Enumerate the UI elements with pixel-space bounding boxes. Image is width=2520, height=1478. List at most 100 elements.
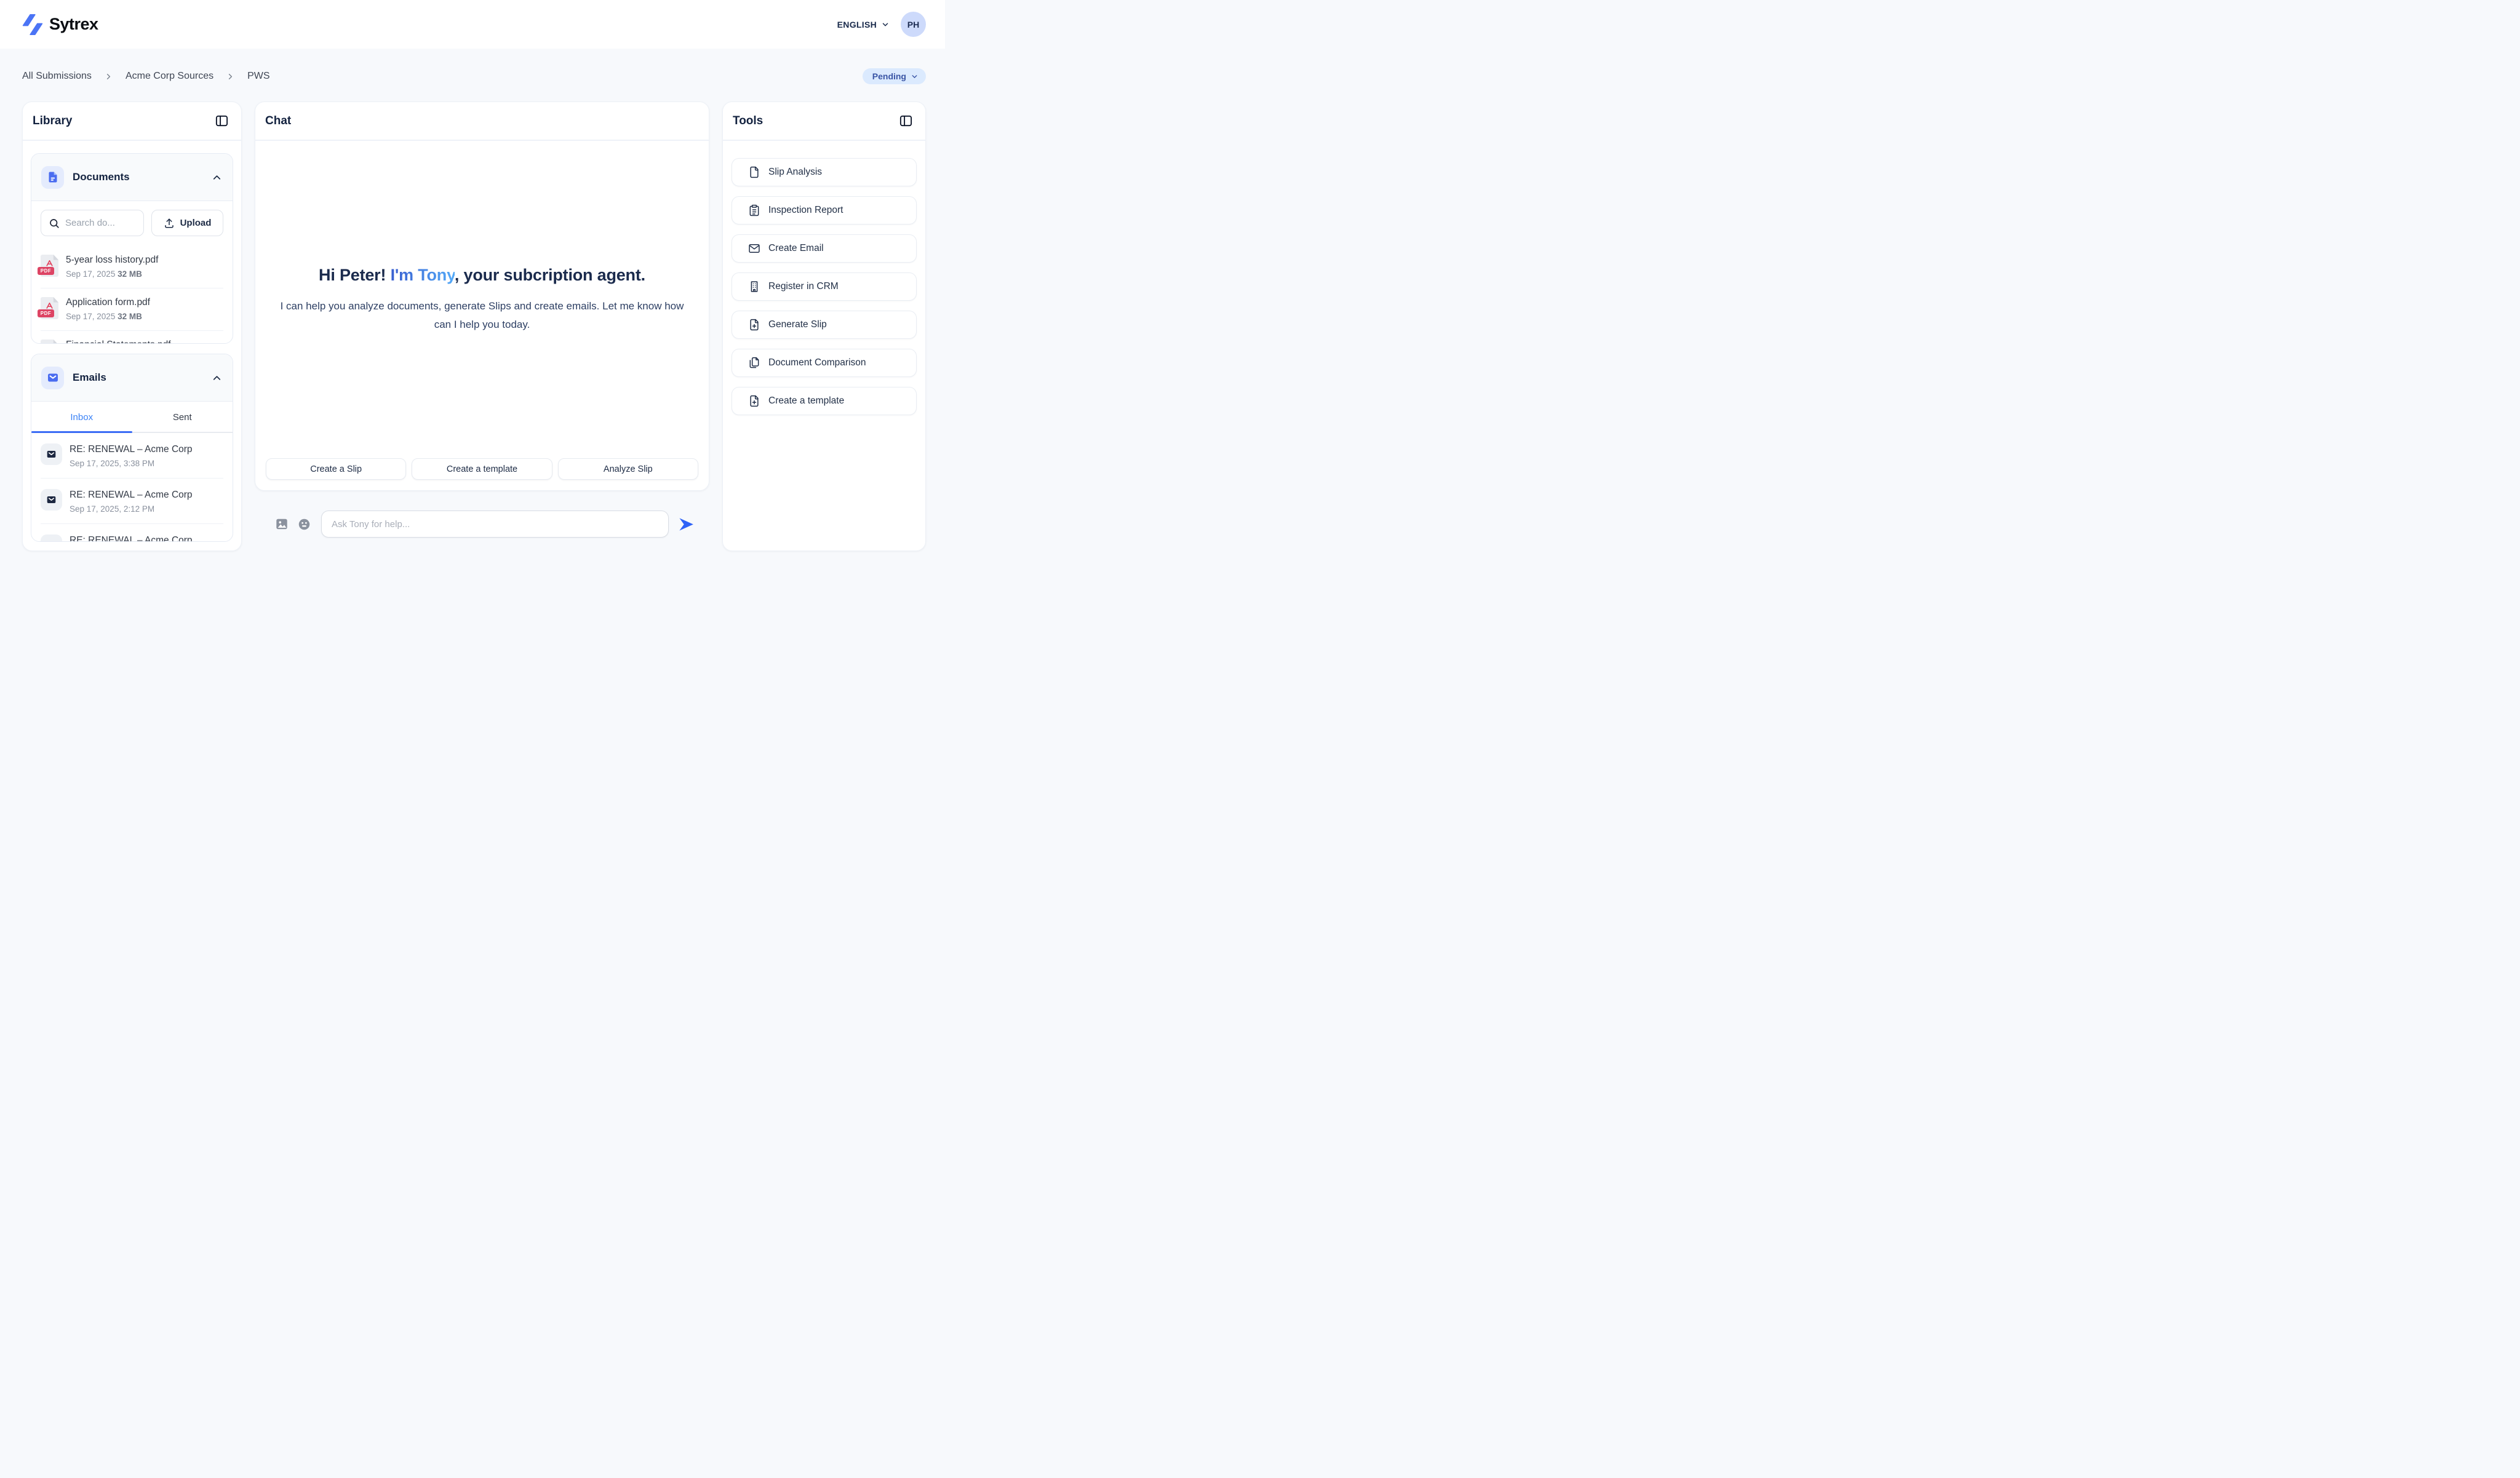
email-list: RE: RENEWAL – Acme Corp Sep 17, 2025, 3:…	[31, 433, 233, 542]
email-subject: RE: RENEWAL – Acme Corp	[70, 534, 193, 542]
upload-icon	[164, 218, 175, 229]
image-attach-icon[interactable]	[275, 517, 289, 531]
language-selector[interactable]: ENGLISH	[837, 20, 890, 30]
documents-section-header[interactable]: Documents	[31, 154, 233, 201]
analyze-slip-button[interactable]: Analyze Slip	[558, 458, 698, 480]
brand-logo[interactable]: Sytrex	[22, 12, 98, 38]
envelope-icon	[41, 534, 62, 542]
tab-sent[interactable]: Sent	[132, 402, 233, 432]
tools-title: Tools	[733, 114, 763, 128]
upload-button[interactable]: Upload	[151, 210, 223, 236]
email-date: Sep 17, 2025, 2:12 PM	[70, 504, 193, 515]
library-title: Library	[33, 114, 72, 128]
app-header: Sytrex ENGLISH PH	[0, 0, 945, 49]
email-date: Sep 17, 2025, 3:38 PM	[70, 458, 193, 469]
pdf-file-icon: PDF	[41, 297, 58, 319]
document-row[interactable]: PDF Application form.pdf Sep 17, 2025 32…	[41, 288, 223, 330]
mail-icon	[748, 242, 760, 255]
language-label: ENGLISH	[837, 20, 877, 30]
tools-panel: Tools Slip Analysis Inspection Report	[722, 101, 926, 551]
send-button[interactable]	[677, 516, 694, 533]
pdf-file-icon: PDF	[41, 340, 58, 344]
chat-panel: Chat Hi Peter! I'm Tony, your subcriptio…	[255, 101, 709, 491]
breadcrumb-row: All Submissions Acme Corp Sources PWS Pe…	[22, 64, 926, 89]
send-icon	[677, 516, 694, 533]
copy-pages-icon	[748, 357, 760, 369]
tool-register-in-crm[interactable]: Register in CRM	[732, 272, 917, 301]
breadcrumb: All Submissions Acme Corp Sources PWS	[22, 71, 270, 82]
chat-input-row	[255, 511, 709, 538]
file-plus-icon	[748, 395, 760, 407]
panel-left-icon	[899, 114, 913, 128]
sytrex-logo-icon	[22, 12, 43, 38]
search-input[interactable]	[65, 218, 136, 228]
chevron-up-icon[interactable]	[211, 372, 223, 384]
user-avatar[interactable]: PH	[901, 12, 926, 37]
document-row[interactable]: PDF 5-year loss history.pdf Sep 17, 2025…	[41, 246, 223, 288]
panel-left-icon	[215, 114, 229, 128]
status-dropdown[interactable]: Pending	[863, 68, 926, 84]
chevron-down-icon	[881, 20, 890, 29]
documents-section: Documents	[31, 153, 233, 344]
status-label: Pending	[872, 71, 906, 81]
tool-generate-slip[interactable]: Generate Slip	[732, 311, 917, 339]
email-tabs: Inbox Sent	[31, 402, 233, 433]
upload-label: Upload	[180, 218, 212, 228]
emails-title: Emails	[73, 371, 202, 384]
document-search[interactable]	[41, 210, 144, 236]
document-size: 32 MB	[118, 269, 142, 279]
breadcrumb-acme-corp-sources[interactable]: Acme Corp Sources	[126, 71, 213, 82]
mail-icon	[41, 367, 64, 389]
tool-create-email[interactable]: Create Email	[732, 234, 917, 263]
building-icon	[748, 280, 760, 293]
chat-welcome: Hi Peter! I'm Tony, your subcription age…	[255, 141, 709, 458]
chevron-down-icon	[911, 73, 919, 81]
tab-inbox[interactable]: Inbox	[31, 402, 132, 432]
emails-section: Emails Inbox Sent RE: RENEWAL	[31, 354, 233, 542]
collapse-library-button[interactable]	[211, 111, 232, 132]
envelope-icon	[41, 443, 62, 465]
library-panel: Library	[22, 101, 242, 551]
quick-actions: Create a Slip Create a template Analyze …	[255, 458, 709, 490]
document-name: 5-year loss history.pdf	[66, 253, 158, 267]
collapse-tools-button[interactable]	[895, 111, 916, 132]
document-date: Sep 17, 2025	[66, 269, 115, 279]
tool-create-a-template[interactable]: Create a template	[732, 387, 917, 415]
tool-inspection-report[interactable]: Inspection Report	[732, 196, 917, 224]
chat-title: Chat	[265, 114, 291, 128]
tool-document-comparison[interactable]: Document Comparison	[732, 349, 917, 377]
tool-slip-analysis[interactable]: Slip Analysis	[732, 158, 917, 186]
chat-description: I can help you analyze documents, genera…	[280, 297, 684, 334]
email-row[interactable]: RE: RENEWAL – Acme Corp Sep 17, 2025, 2:…	[41, 478, 223, 523]
chevron-up-icon[interactable]	[211, 172, 223, 183]
emoji-icon[interactable]	[298, 518, 311, 531]
create-slip-button[interactable]: Create a Slip	[266, 458, 406, 480]
document-row[interactable]: PDF Financial Statements.pdf Sep 17, 202…	[41, 330, 223, 344]
breadcrumb-all-submissions[interactable]: All Submissions	[22, 71, 92, 82]
clipboard-icon	[748, 204, 760, 217]
chevron-right-icon	[226, 72, 235, 81]
agent-name: I'm Tony	[391, 266, 455, 284]
document-name: Financial Statements.pdf	[66, 338, 171, 344]
email-row[interactable]: RE: RENEWAL – Acme Corp	[41, 523, 223, 542]
brand-name: Sytrex	[49, 15, 98, 34]
email-subject: RE: RENEWAL – Acme Corp	[70, 488, 193, 502]
chat-input[interactable]	[321, 511, 669, 538]
chevron-right-icon	[104, 72, 113, 81]
create-template-button[interactable]: Create a template	[412, 458, 552, 480]
chat-greeting: Hi Peter! I'm Tony, your subcription age…	[319, 266, 645, 285]
document-list: PDF 5-year loss history.pdf Sep 17, 2025…	[31, 246, 233, 344]
pdf-file-icon: PDF	[41, 255, 58, 277]
envelope-icon	[41, 489, 62, 511]
document-size: 32 MB	[118, 312, 142, 321]
document-icon	[41, 166, 64, 189]
email-subject: RE: RENEWAL – Acme Corp	[70, 443, 193, 456]
file-icon	[748, 166, 760, 178]
breadcrumb-pws: PWS	[247, 71, 269, 82]
emails-section-header[interactable]: Emails	[31, 354, 233, 402]
email-row[interactable]: RE: RENEWAL – Acme Corp Sep 17, 2025, 3:…	[41, 433, 223, 478]
search-icon	[49, 218, 60, 229]
documents-title: Documents	[73, 171, 202, 183]
file-plus-icon	[748, 319, 760, 331]
document-date: Sep 17, 2025	[66, 312, 115, 321]
